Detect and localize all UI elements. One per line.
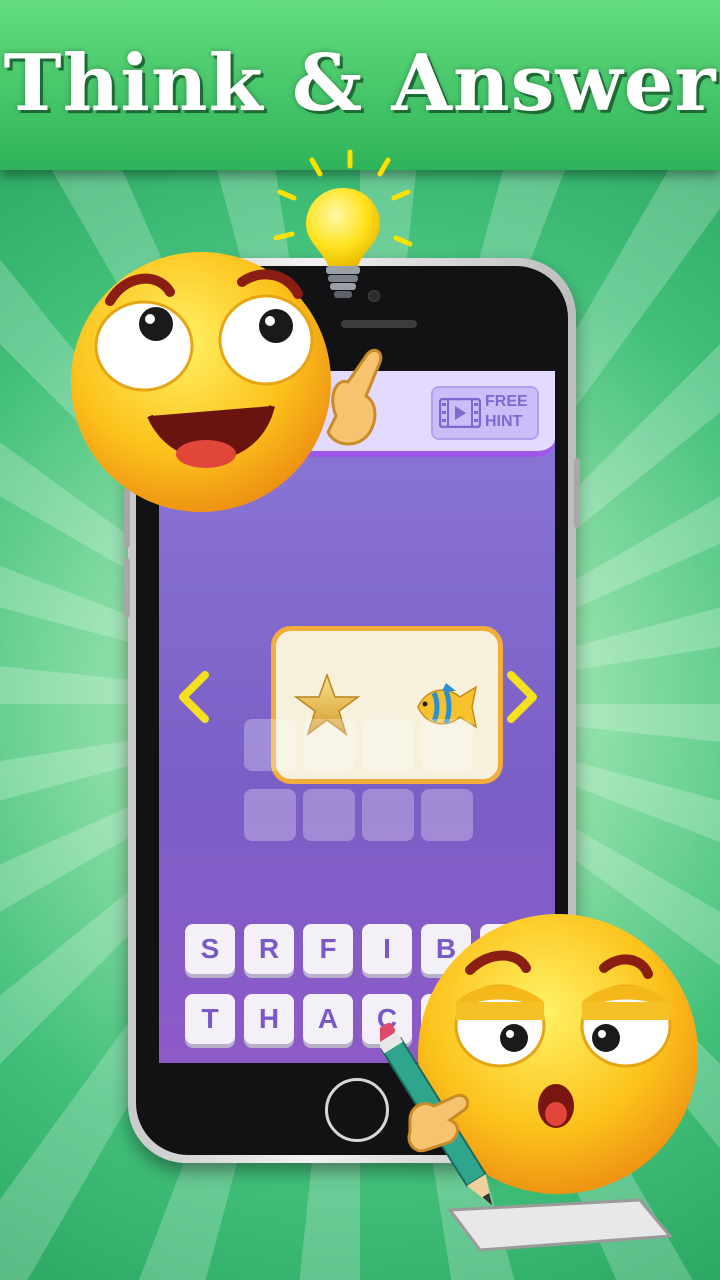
letter-key[interactable]: R — [244, 924, 294, 974]
film-icon — [439, 398, 481, 428]
letter-key[interactable]: A — [303, 994, 353, 1044]
answer-slot[interactable] — [421, 789, 473, 841]
answer-slot[interactable] — [244, 719, 296, 771]
answer-slot[interactable] — [244, 789, 296, 841]
next-arrow-icon[interactable] — [503, 669, 543, 725]
answer-slot[interactable] — [303, 719, 355, 771]
power-button — [574, 458, 580, 528]
title-banner: Think & Answer — [0, 0, 720, 170]
happy-smiley-pointing-icon — [71, 252, 383, 512]
answer-slot[interactable] — [303, 789, 355, 841]
letter-key[interactable]: S — [185, 924, 235, 974]
free-hint-button[interactable]: FREE HINT — [431, 386, 539, 440]
answer-slot[interactable] — [421, 719, 473, 771]
hint-label-line1: FREE — [485, 393, 528, 410]
previous-arrow-icon[interactable] — [173, 669, 213, 725]
volume-button — [124, 558, 130, 618]
letter-key[interactable]: T — [185, 994, 235, 1044]
letter-key[interactable]: H — [244, 994, 294, 1044]
banner-title: Think & Answer — [3, 38, 717, 129]
hint-label-line2: HINT — [485, 413, 523, 430]
answer-slot[interactable] — [362, 789, 414, 841]
answer-slot[interactable] — [362, 719, 414, 771]
thinking-smiley-writing-icon — [380, 914, 698, 1252]
letter-key[interactable]: F — [303, 924, 353, 974]
